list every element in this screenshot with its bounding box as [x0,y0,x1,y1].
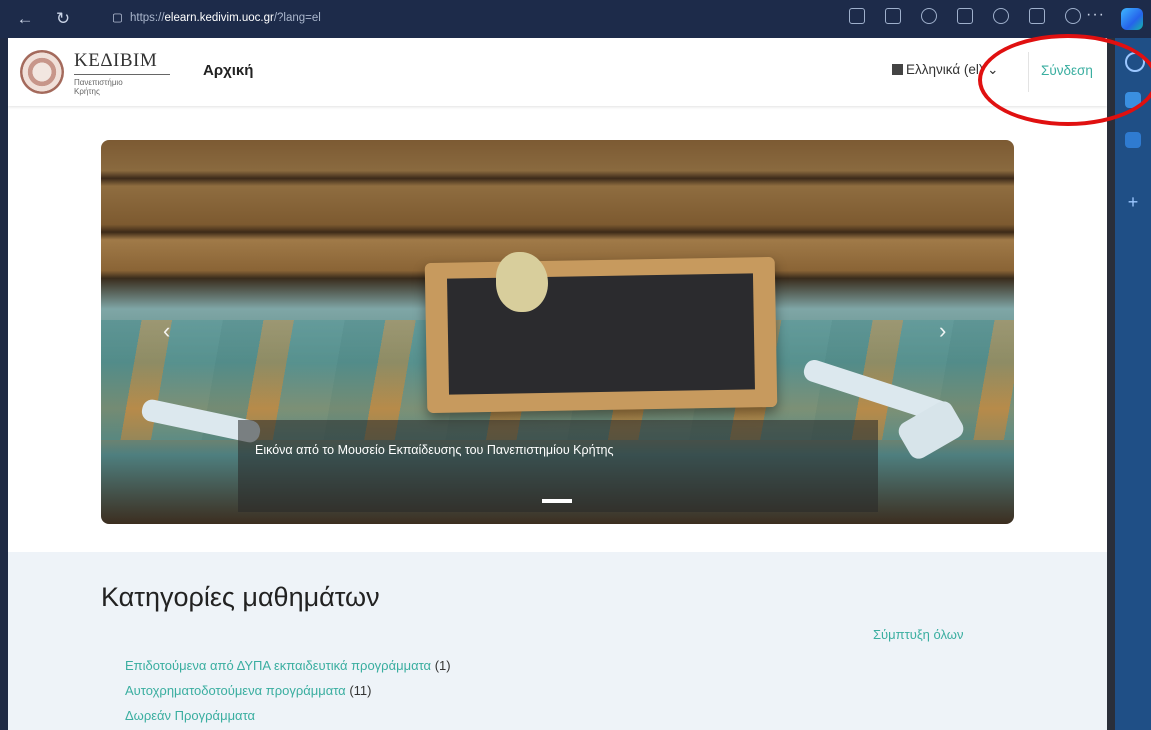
copilot-icon[interactable] [1121,8,1143,30]
favorites-icon[interactable] [993,8,1009,24]
collapse-all-link[interactable]: Σύμπτυξη όλων [873,627,963,642]
red-highlight-circle [978,34,1151,126]
carousel-prev-icon[interactable]: ‹ [163,318,170,344]
section-heading: Κατηγορίες μαθημάτων [101,582,380,612]
category-link[interactable]: Δωρεάν Προγράμματα [125,708,255,723]
carousel-indicator[interactable] [542,499,572,503]
nav-home-link[interactable]: Αρχική [203,62,253,79]
url-suffix: /?lang=el [273,12,321,24]
carousel-caption: Εικόνα από το Μουσείο Εκπαίδευσης του Πα… [255,443,614,457]
logo-subtitle-line2: Κρήτης [74,87,100,96]
browser-toolbar: ← ↻ ▢ https://elearn.kedivim.uoc.gr/?lang… [0,0,1151,38]
profile-icon[interactable] [1065,8,1081,24]
course-categories-section: Κατηγορίες μαθημάτων Σύμπτυξη όλων Επιδο… [8,552,1107,730]
university-seal-logo[interactable] [20,50,64,94]
refresh-icon[interactable]: ↻ [52,8,74,30]
site-navbar: ΚΕΔΙΒΙΜ Πανεπιστήμιο Κρήτης Αρχική Ελλην… [8,38,1107,106]
page-scrollbar[interactable] [1107,38,1115,730]
address-bar[interactable]: ▢ https://elearn.kedivim.uoc.gr/?lang=el [112,7,512,29]
category-count: (11) [349,683,372,698]
favorite-star-icon[interactable] [921,8,937,24]
web-page: ΚΕΔΙΒΙΜ Πανεπιστήμιο Κρήτης Αρχική Ελλην… [8,38,1107,730]
immersive-reader-icon[interactable] [849,8,865,24]
more-menu-icon[interactable]: ··· [1086,6,1105,24]
add-icon[interactable]: + [1125,193,1141,211]
language-label: Ελληνικά (el) [906,62,984,77]
page-info-icon[interactable]: ▢ [112,7,124,29]
hero-carousel: ‹ › Εικόνα από το Μουσείο Εκπαίδευσης το… [101,140,1014,524]
toolbar-icons [849,8,1081,30]
carousel-next-icon[interactable]: › [939,318,946,344]
logo-title[interactable]: ΚΕΔΙΒΙΜ [74,50,157,72]
category-item: Δωρεάν Προγράμματα [125,708,255,723]
browser-sidebar: + [1115,38,1151,730]
logo-divider [74,74,170,75]
split-screen-icon[interactable] [957,8,973,24]
category-link[interactable]: Αυτοχρηματοδοτούμενα προγράμματα [125,683,346,698]
category-item: Επιδοτούμενα από ΔΥΠΑ εκπαιδευτικά προγρ… [125,658,451,673]
back-icon[interactable]: ← [14,8,36,30]
outlook-icon[interactable] [1125,132,1141,148]
logo-subtitle: Πανεπιστήμιο Κρήτης [74,78,123,96]
language-icon [892,64,903,75]
school-slate-image [424,256,778,414]
category-count: (1) [434,658,451,673]
sponge-object [496,252,548,312]
slate-board [446,273,755,395]
category-item: Αυτοχρηματοδοτούμενα προγράμματα (11) [125,683,371,698]
url-prefix: https:// [130,12,165,24]
read-aloud-icon[interactable] [885,8,901,24]
logo-subtitle-line1: Πανεπιστήμιο [74,78,123,87]
collections-icon[interactable] [1029,8,1045,24]
category-link[interactable]: Επιδοτούμενα από ΔΥΠΑ εκπαιδευτικά προγρ… [125,658,431,673]
url-host: elearn.kedivim.uoc.gr [164,12,274,24]
